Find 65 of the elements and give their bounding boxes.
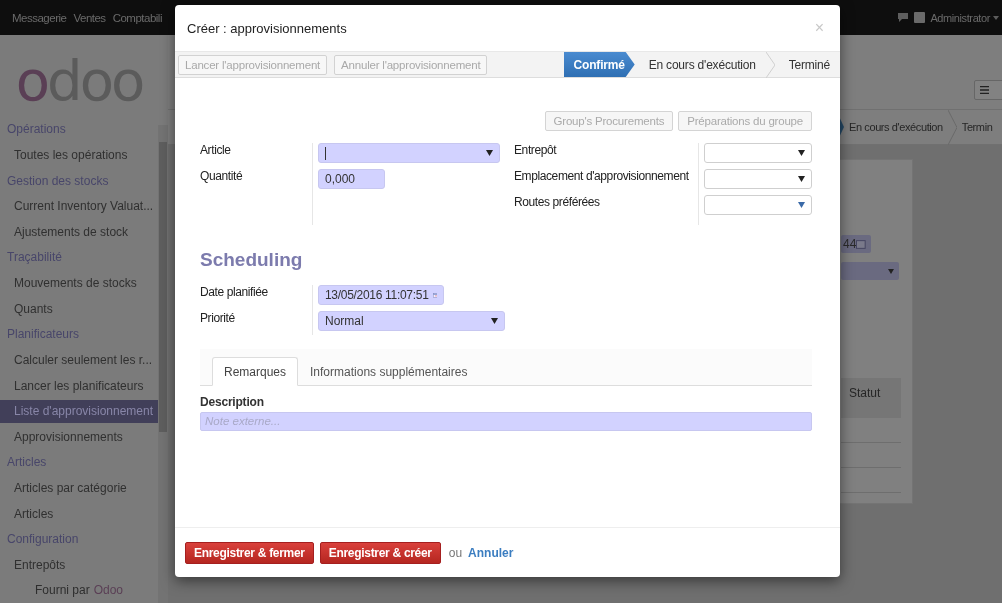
field-label: Description [200, 395, 265, 409]
select-field[interactable]: Normal [318, 311, 505, 331]
tags-field[interactable] [704, 195, 812, 215]
list-icon [980, 86, 989, 94]
field-label: Priorité [200, 311, 236, 327]
scrollbar-thumb[interactable] [159, 142, 167, 432]
cancel-link[interactable]: Annuler [468, 545, 514, 560]
select-field[interactable] [704, 169, 812, 189]
sidebar-item[interactable]: Liste d'approvisionnement [0, 400, 158, 424]
caret-icon [486, 150, 493, 156]
caret-icon [798, 202, 805, 208]
field-label: Quantité [200, 169, 244, 185]
avatar [914, 12, 926, 23]
select-field[interactable] [704, 143, 812, 163]
caret-icon [798, 150, 805, 156]
or-text: ou [448, 545, 463, 560]
field-label: Article [200, 143, 232, 159]
section-heading: Scheduling [200, 249, 304, 271]
tab[interactable]: Informations supplémentaires [298, 357, 480, 386]
date-field[interactable]: 13/05/2016 11:07:51 [318, 285, 444, 305]
sidebar-item[interactable]: Calculer seulement les r... [0, 348, 158, 372]
status-step[interactable]: Confirmé [563, 52, 635, 77]
caret-icon [491, 318, 498, 324]
field-label: Routes préférées [514, 195, 601, 211]
select-field[interactable] [841, 262, 899, 280]
sidebar-item[interactable]: Toutes les opérations [0, 144, 158, 168]
quantity-field[interactable]: 0,000 [318, 169, 385, 189]
menu-link[interactable]: Comptabili [112, 11, 162, 24]
sidebar-item[interactable]: Lancer les planificateurs [0, 374, 158, 398]
sidebar-item[interactable]: Approvisionnements [0, 425, 158, 449]
caret-icon [993, 15, 999, 20]
logo: odoo [15, 53, 143, 110]
step-separator [765, 52, 775, 78]
field-label: Date planifiée [200, 285, 269, 301]
sidebar-item[interactable]: Mouvements de stocks [0, 272, 158, 296]
save-button[interactable]: Enregistrer & fermer [185, 541, 314, 564]
status-step[interactable]: En cours d'exécution [844, 110, 948, 144]
sidebar-item[interactable]: Ajustements de stock [0, 221, 158, 244]
status-step[interactable]: Terminé [774, 52, 840, 77]
select-field[interactable] [318, 143, 500, 163]
vendor-link[interactable]: Odoo [93, 578, 124, 603]
caret-icon [888, 268, 894, 274]
close-button[interactable]: × [810, 19, 828, 37]
user-menu[interactable]: Administrator [930, 11, 999, 24]
dialog-title: Créer : approvisionnements [187, 20, 347, 36]
scrollbar[interactable] [158, 125, 168, 603]
sidebar-item[interactable]: Quants [0, 297, 158, 321]
tab[interactable]: Remarques [212, 357, 299, 386]
sidebar-item[interactable]: Articles [0, 502, 158, 526]
calendar-icon [856, 239, 866, 249]
sidebar-item[interactable]: Entrepôts [0, 553, 158, 577]
sidebar-item[interactable]: Articles par catégorie [0, 476, 158, 500]
menu-link[interactable]: Ventes [73, 11, 106, 24]
date-field[interactable]: 44 [841, 235, 871, 253]
save-button[interactable]: Enregistrer & créer [319, 541, 441, 564]
powered-by-text: Fourni par [34, 582, 90, 599]
chat-icon[interactable] [897, 12, 910, 23]
field-label: Emplacement d'approvisionnement [514, 169, 690, 185]
caret-icon [798, 176, 805, 182]
field-label: Entrepôt [514, 143, 558, 159]
status-step[interactable]: En cours d'exécution [634, 52, 766, 77]
column-header[interactable]: Statut [841, 378, 901, 418]
sidebar-item[interactable]: Current Inventory Valuat... [0, 195, 158, 219]
menu-link[interactable]: Messagerie [12, 11, 67, 24]
status-step[interactable]: Termin [956, 110, 998, 144]
